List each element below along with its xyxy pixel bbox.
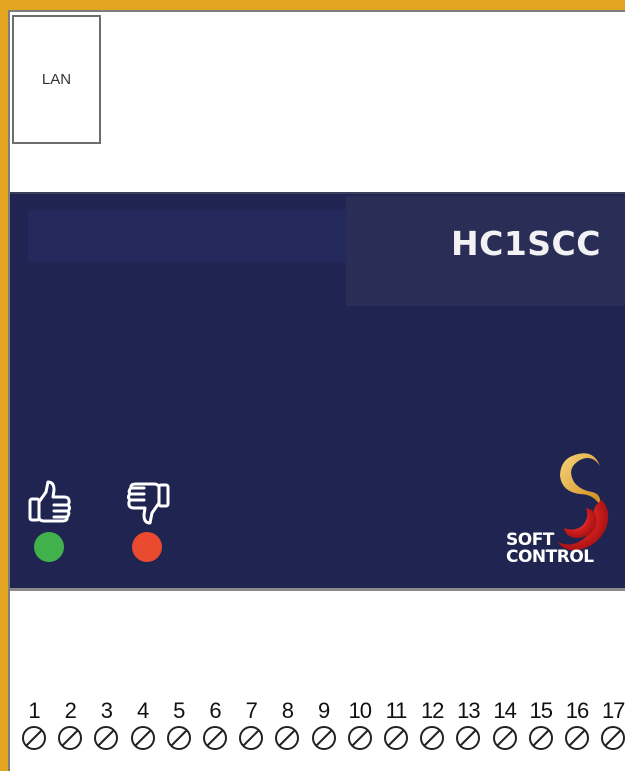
terminal-number: 11: [385, 698, 408, 723]
thumbs-up-icon: [28, 480, 71, 523]
screw-terminal-icon: [456, 726, 481, 750]
terminal-11: 11: [378, 698, 414, 752]
model-box: HC1SCC: [346, 196, 625, 306]
terminal-14: 14: [487, 698, 523, 752]
terminal-7: 7: [233, 698, 269, 752]
terminal-number: 4: [136, 698, 149, 723]
screw-terminal-icon: [311, 726, 336, 750]
screw-terminal-icon: [94, 726, 119, 750]
terminal-number: 12: [420, 698, 444, 723]
screw-terminal-icon: [565, 726, 589, 750]
screw-terminal-icon: [347, 726, 372, 750]
terminal-15: 15: [523, 698, 559, 752]
screw-terminal-icon: [203, 726, 227, 750]
terminal-12: 12: [414, 698, 450, 752]
terminal-10: 10: [342, 698, 378, 752]
terminal-number: 5: [173, 698, 185, 723]
terminal-16: 16: [559, 698, 595, 752]
terminal-number: 16: [565, 698, 589, 723]
logo-text-control: CONTROL: [506, 547, 594, 567]
terminal-number: 17: [601, 698, 625, 723]
thumbs-down-icon: [127, 482, 170, 525]
lan-port-label: LAN: [41, 71, 72, 88]
terminal-number: 6: [209, 698, 221, 723]
screw-terminal-icon: [601, 726, 625, 750]
terminal-6: 6: [197, 698, 233, 752]
terminal-number: 7: [245, 698, 258, 723]
screw-terminal-icon: [239, 726, 264, 750]
screw-terminal-icon: [58, 726, 83, 750]
terminal-13: 13: [450, 698, 486, 752]
terminal-number: 3: [100, 698, 113, 723]
device-panel: HC1SCC SOFT CONTROL: [10, 192, 625, 591]
terminal-number: 15: [529, 698, 553, 723]
model-label: HC1SCC: [450, 224, 601, 263]
terminal-8: 8: [269, 698, 305, 752]
terminal-17: 17: [595, 698, 625, 752]
terminal-number: 1: [28, 698, 40, 723]
terminal-number: 9: [317, 698, 330, 723]
status-led-ok: [34, 532, 64, 562]
screw-terminal-icon: [275, 726, 300, 750]
screw-terminal-icon: [22, 726, 46, 750]
screw-terminal-icon: [492, 726, 517, 750]
panel-strip: [28, 210, 346, 262]
device-frame: LAN HC1SCC SOFT CONTROL 1 2 3 4 5 6 7 8 …: [8, 10, 625, 771]
terminal-1: 1: [16, 698, 52, 752]
screw-terminal-icon: [384, 726, 408, 750]
screw-terminal-icon: [166, 726, 191, 750]
screw-terminal-icon: [528, 726, 553, 750]
status-led-error: [132, 532, 162, 562]
terminal-9: 9: [306, 698, 342, 752]
terminal-number: 13: [457, 698, 480, 723]
terminal-2: 2: [52, 698, 88, 752]
terminal-5: 5: [161, 698, 197, 752]
screw-terminal-icon: [420, 726, 445, 750]
terminal-number: 2: [64, 698, 77, 723]
lan-port: LAN: [12, 15, 101, 144]
terminal-3: 3: [88, 698, 124, 752]
terminal-number: 10: [348, 698, 372, 723]
terminal-number: 8: [281, 698, 294, 723]
terminal-4: 4: [125, 698, 161, 752]
screw-terminal-icon: [130, 726, 155, 750]
terminal-number: 14: [493, 698, 516, 723]
